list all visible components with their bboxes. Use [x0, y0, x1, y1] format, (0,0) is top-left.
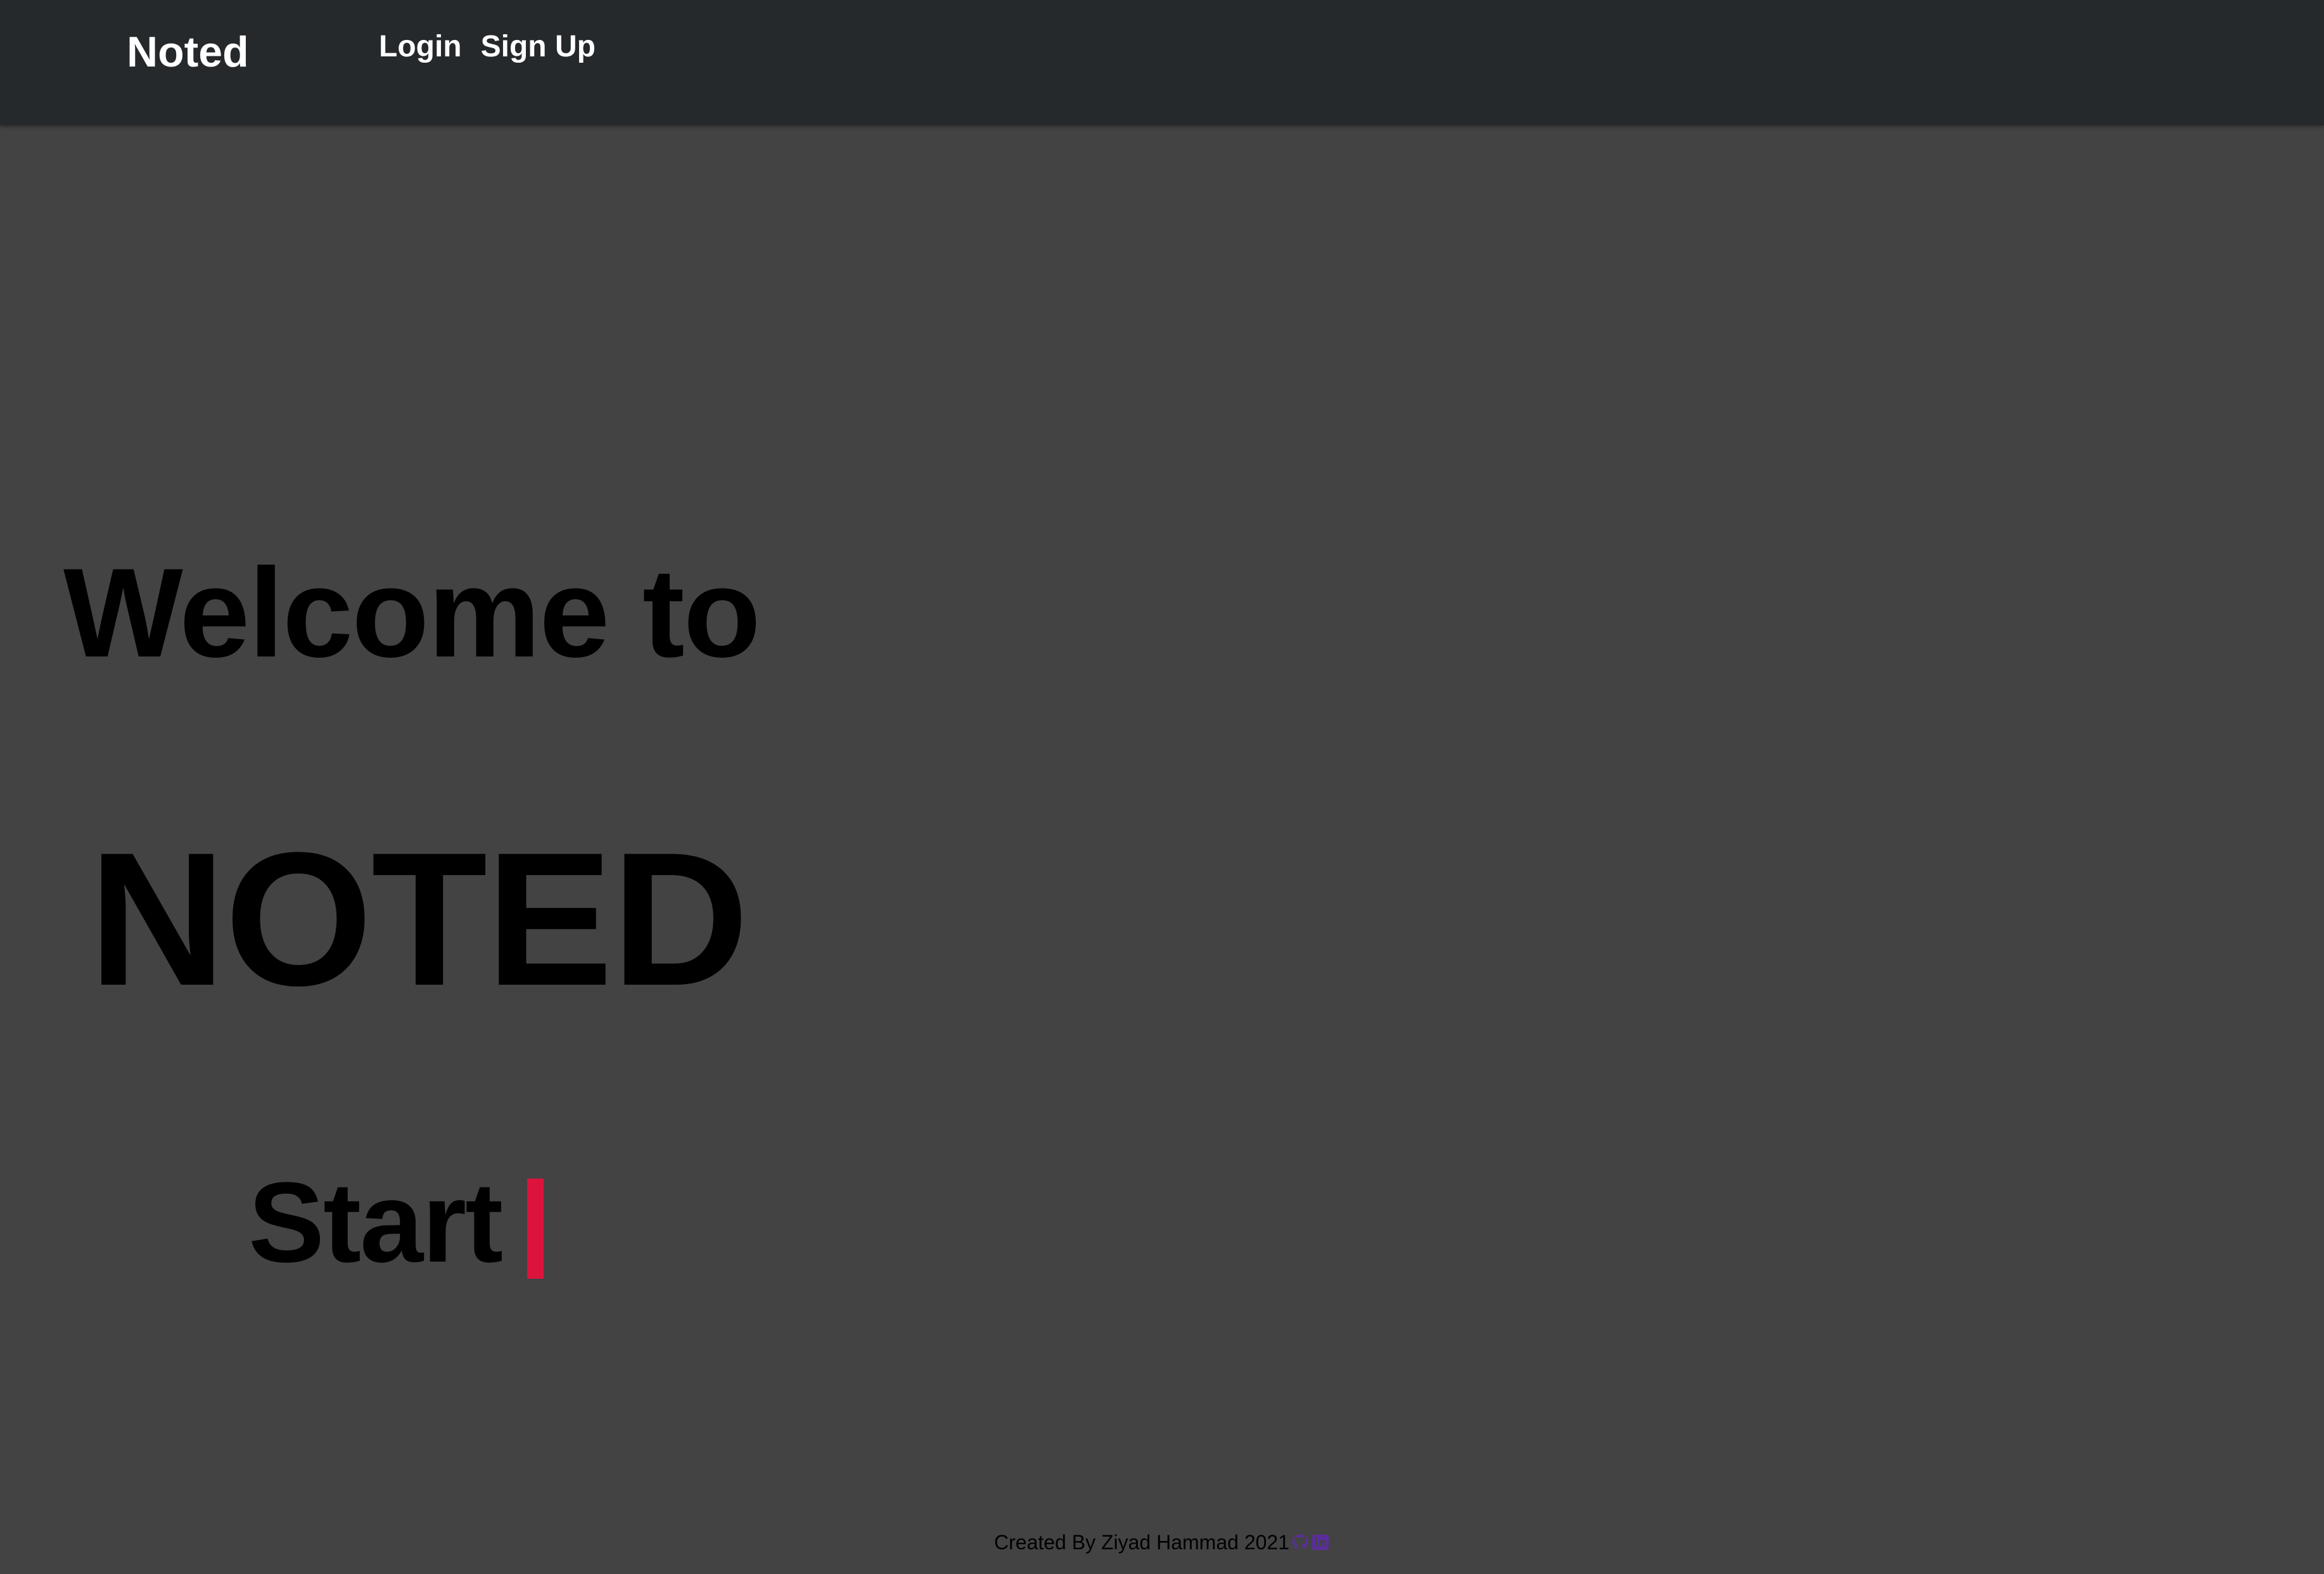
linkedin-icon[interactable] — [1311, 1533, 1330, 1551]
signup-link[interactable]: Sign Up — [481, 27, 596, 67]
nav-links: Login Sign Up — [379, 27, 596, 67]
app-name-heading: NOTED — [89, 812, 749, 1025]
welcome-heading: Welcome to — [63, 542, 761, 684]
login-link[interactable]: Login — [379, 27, 462, 67]
github-icon[interactable] — [1291, 1533, 1310, 1551]
typewriter-text: Start — [248, 1160, 544, 1286]
navbar: Noted Login Sign Up — [0, 0, 2324, 125]
typed-word: Start — [248, 1159, 503, 1286]
footer-credit: Created By Ziyad Hammad 2021 — [994, 1531, 1289, 1554]
brand-logo[interactable]: Noted — [127, 24, 249, 80]
footer: Created By Ziyad Hammad 2021 — [0, 1528, 2324, 1556]
typing-cursor — [527, 1179, 544, 1279]
